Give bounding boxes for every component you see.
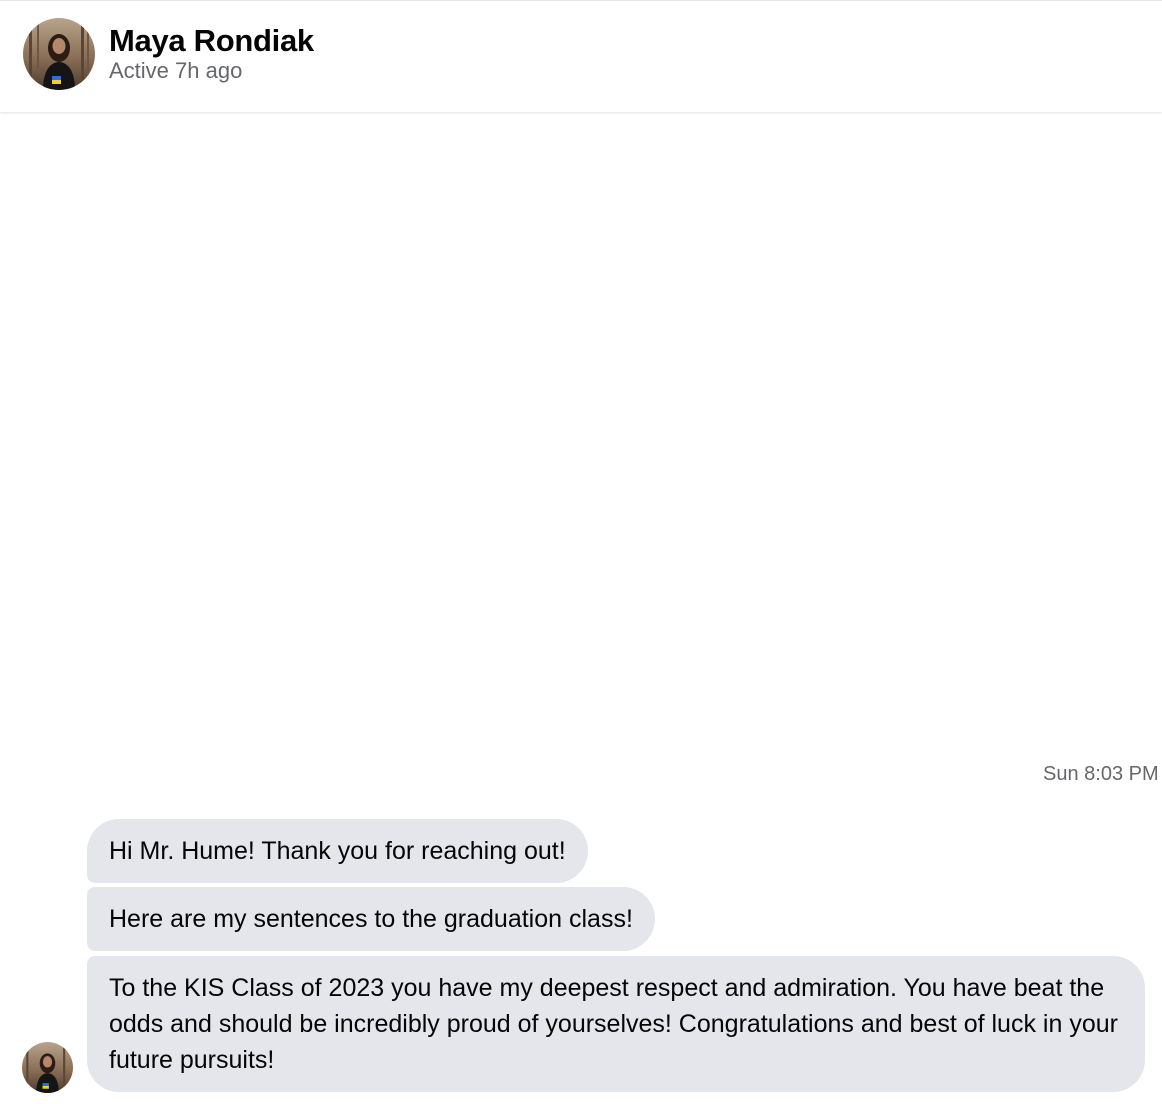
avatar-photo-icon xyxy=(23,18,95,90)
contact-name[interactable]: Maya Rondiak xyxy=(109,23,314,59)
message-timestamp: Sun 8:03 PM xyxy=(1043,763,1159,785)
sender-avatar[interactable] xyxy=(22,1042,73,1093)
chat-header: Maya Rondiak Active 7h ago xyxy=(0,0,1162,112)
message-bubble[interactable]: Hi Mr. Hume! Thank you for reaching out! xyxy=(87,819,588,883)
avatar-photo-icon xyxy=(22,1042,73,1093)
message-bubble[interactable]: To the KIS Class of 2023 you have my dee… xyxy=(87,956,1145,1092)
active-status: Active 7h ago xyxy=(109,58,243,83)
contact-avatar[interactable] xyxy=(23,18,95,90)
message-bubble[interactable]: Here are my sentences to the graduation … xyxy=(87,887,655,951)
